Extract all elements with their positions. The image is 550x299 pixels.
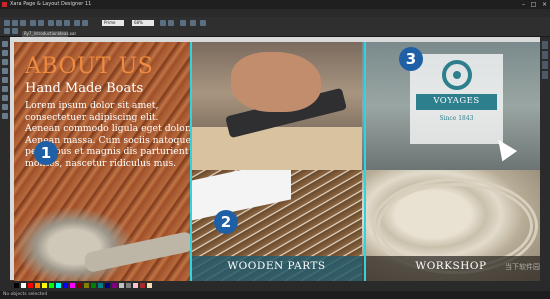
panel-tab[interactable] [542,41,548,49]
guide-line[interactable] [190,42,192,281]
zoom-combo[interactable]: 68% [132,20,154,26]
node-tool-icon[interactable] [2,50,8,56]
toolbar: Prime 68% [0,17,550,37]
hand-image [231,52,321,112]
color-swatch[interactable] [98,283,103,288]
rope-knot-image [14,207,134,281]
new-icon[interactable] [4,20,10,26]
color-swatch[interactable] [56,283,61,288]
paste-icon[interactable] [64,20,70,26]
hull-image [191,170,291,221]
open-icon[interactable] [12,20,18,26]
guide-line[interactable] [364,42,366,281]
zoom-in-icon[interactable] [160,20,166,26]
rectangle-tool-icon[interactable] [2,86,8,92]
minimize-button[interactable]: – [519,1,528,8]
step-badge-2: 2 [214,210,238,234]
color-swatch[interactable] [112,283,117,288]
italic-icon[interactable] [12,28,18,34]
status-text: No objects selected [3,292,48,297]
about-heading[interactable]: ABOUT US [25,54,153,79]
shape-tool-icon[interactable] [2,104,8,110]
logo-photo-panel[interactable]: VOYAGES Since 1843 [362,42,540,170]
color-swatch[interactable] [70,283,75,288]
color-swatch[interactable] [14,283,19,288]
export-icon[interactable] [38,20,44,26]
color-swatch[interactable] [84,283,89,288]
logo-since: Since 1843 [439,115,474,122]
menu-bar: File Edit Arrange Util Utilities Window … [0,9,550,26]
text-tool-icon[interactable] [2,77,8,83]
color-swatch[interactable] [140,283,145,288]
color-swatch[interactable] [28,283,33,288]
color-swatch[interactable] [63,283,68,288]
subtitle-text[interactable]: Hand Made Boats [25,81,143,96]
panel-tab[interactable] [542,51,548,59]
color-swatch[interactable] [49,283,54,288]
pen-tool-icon[interactable] [2,68,8,74]
color-swatch[interactable] [119,283,124,288]
logo-name: VOYAGES [433,96,480,106]
cut-icon[interactable] [48,20,54,26]
window-title: Xara Page & Layout Designer 11 [10,1,92,7]
color-swatch[interactable] [21,283,26,288]
color-palette [0,281,550,291]
woodworking-photo-panel[interactable] [191,42,362,170]
step-badge-3: 3 [399,47,423,71]
document-canvas[interactable]: ABOUT US Hand Made Boats Lorem ipsum dol… [14,42,540,281]
tool-bar [0,37,10,281]
close-button[interactable]: × [540,1,549,8]
color-swatch[interactable] [133,283,138,288]
wooden-parts-label[interactable]: WOODEN PARTS [191,260,362,272]
color-swatch[interactable] [42,283,47,288]
zoom-tool-icon[interactable] [2,113,8,119]
undo-icon[interactable] [74,20,80,26]
copy-icon[interactable] [56,20,62,26]
color-swatch[interactable] [105,283,110,288]
title-bar: Xara Page & Layout Designer 11 – □ × [0,0,550,9]
panel-tab[interactable] [542,71,548,79]
ellipse-tool-icon[interactable] [2,95,8,101]
color-swatch[interactable] [126,283,131,288]
voyages-logo[interactable]: VOYAGES Since 1843 [410,54,503,144]
status-bar: No objects selected [0,291,550,299]
side-panel [540,37,550,281]
color-swatch[interactable] [91,283,96,288]
color-swatch[interactable] [35,283,40,288]
panel-tab[interactable] [542,61,548,69]
align-icon[interactable] [190,20,196,26]
ship-wheel-icon [442,60,472,90]
wood-board-image [191,127,362,170]
selector-tool-icon[interactable] [2,41,8,47]
import-icon[interactable] [30,20,36,26]
watermark: 当下软件园 [505,263,540,271]
redo-icon[interactable] [82,20,88,26]
bold-icon[interactable] [4,28,10,34]
freehand-tool-icon[interactable] [2,59,8,65]
text-icon[interactable] [180,20,186,26]
color-swatch[interactable] [147,283,152,288]
app-icon [2,2,7,7]
maximize-button[interactable]: □ [529,1,538,8]
step-badge-1: 1 [34,141,58,165]
color-swatch[interactable] [77,283,82,288]
font-combo[interactable]: Prime [102,20,124,26]
save-icon[interactable] [20,20,26,26]
group-icon[interactable] [200,20,206,26]
zoom-out-icon[interactable] [168,20,174,26]
